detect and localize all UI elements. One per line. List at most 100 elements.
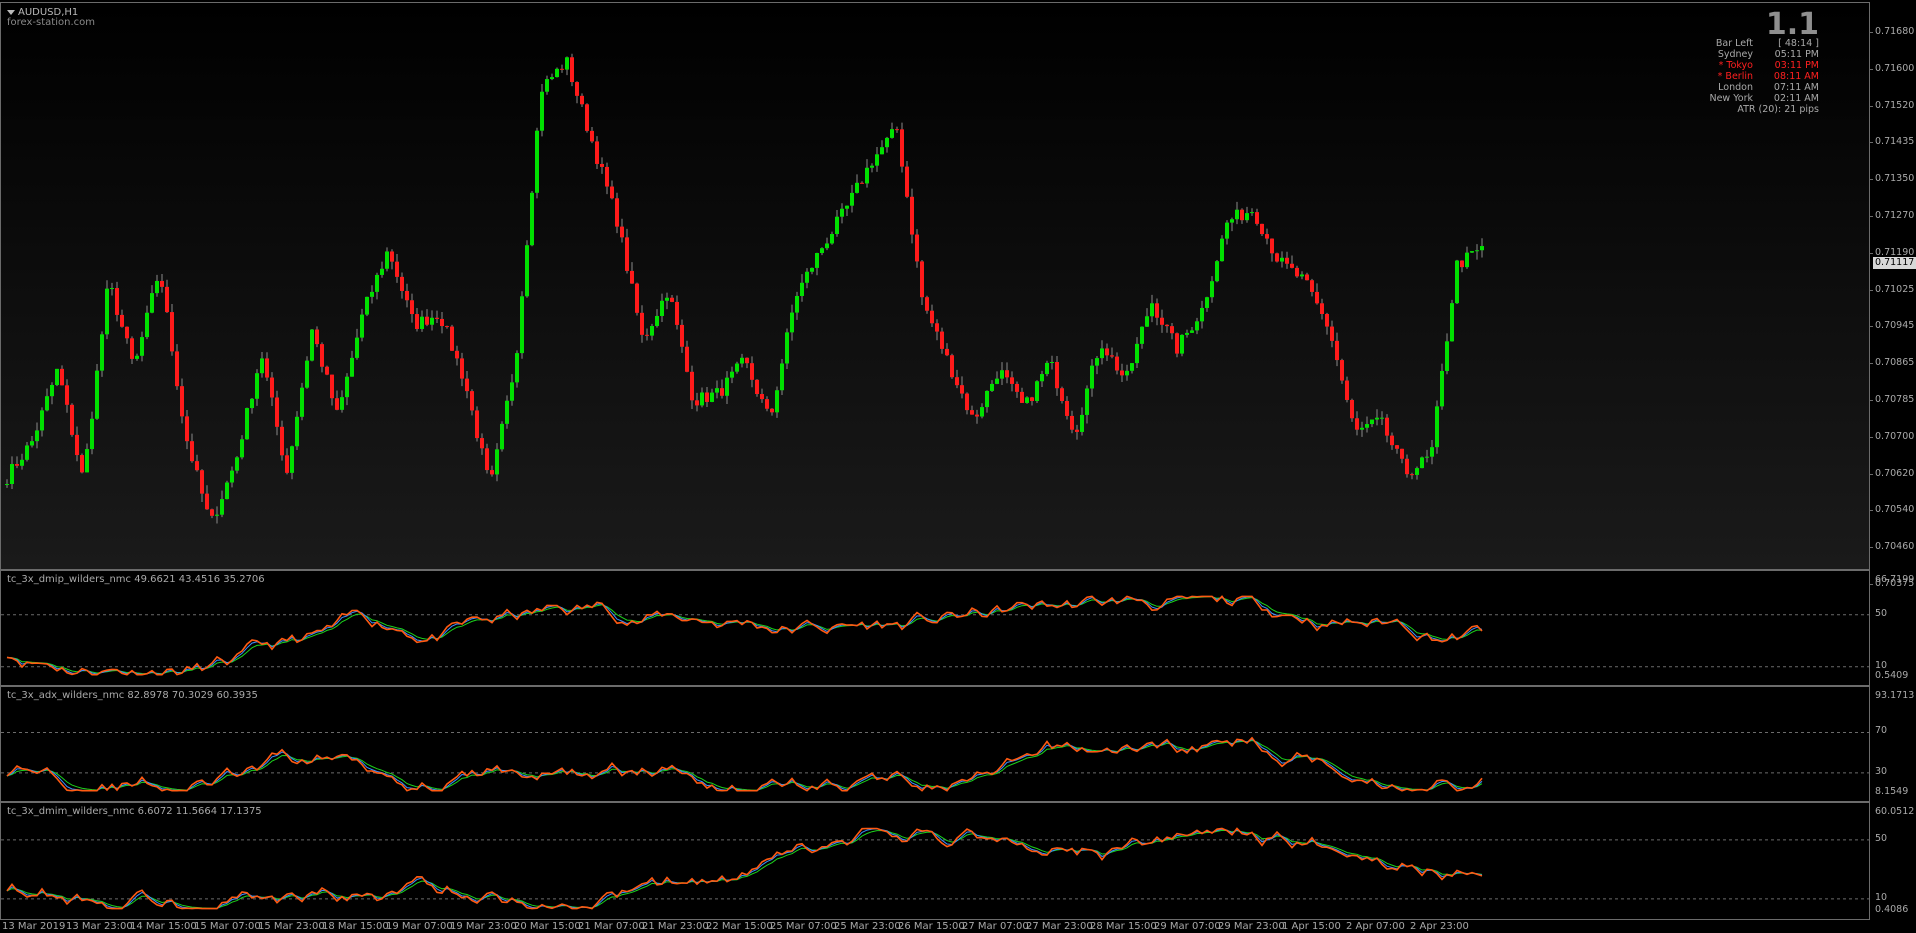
adx-plot[interactable]: [1, 687, 1869, 801]
candle-body: [720, 388, 724, 396]
candle-body: [1305, 274, 1309, 281]
adx-indicator-panel[interactable]: tc_3x_adx_wilders_nmc 82.8978 70.3029 60…: [0, 686, 1870, 802]
candle-body: [20, 459, 24, 466]
session-time: 07:11 AM: [1773, 82, 1819, 93]
candle-body: [115, 288, 119, 315]
dmim-indicator-panel[interactable]: tc_3x_dmim_wilders_nmc 6.6072 11.5664 17…: [0, 802, 1870, 920]
candle-body: [1315, 291, 1319, 304]
candle-body: [110, 288, 114, 290]
session-row: Bar Left [ 48:14 ]: [1709, 38, 1819, 49]
axis-tick: [1870, 142, 1873, 144]
candle-body: [245, 408, 249, 440]
adx-axis: 93.1713 70 30 8.1549: [1873, 686, 1916, 802]
candle-body: [835, 216, 839, 235]
candle-body: [570, 57, 574, 83]
session-time: 02:11 AM: [1773, 93, 1819, 104]
candle-body: [615, 198, 619, 227]
candle-body: [410, 300, 414, 315]
candle-body: [1230, 219, 1234, 223]
candle-body: [1235, 209, 1239, 220]
time-axis-label: 13 Mar 23:00: [66, 921, 133, 932]
candle-body: [655, 315, 659, 327]
candle-body: [1120, 370, 1124, 376]
session-row: * Tokyo 03:11 PM: [1709, 60, 1819, 71]
candle-body: [1390, 435, 1394, 446]
candle-body: [430, 317, 434, 325]
candle-body: [425, 316, 429, 325]
current-price-tag: 0.71117: [1873, 257, 1916, 269]
candle-body: [395, 261, 399, 277]
candle-body: [1375, 417, 1379, 420]
candle-body: [1135, 343, 1139, 364]
candle-body: [330, 374, 334, 399]
candle-body: [1105, 348, 1109, 356]
candle-body: [1415, 468, 1419, 475]
candle-body: [775, 390, 779, 413]
candle-body: [685, 346, 689, 372]
candle-body: [205, 493, 209, 510]
candle-body: [580, 95, 584, 105]
candle-body: [1250, 212, 1254, 214]
time-axis-label: 22 Mar 15:00: [706, 921, 773, 932]
candle-body: [140, 337, 144, 356]
price-chart-panel[interactable]: AUDUSD,H1 forex-station.com 1.1 Bar Left…: [0, 2, 1870, 570]
candle-body: [475, 410, 479, 439]
candle-body: [755, 379, 759, 395]
candle-body: [15, 464, 19, 466]
price-axis-label: 0.71435: [1875, 136, 1915, 148]
axis-tick: [1870, 510, 1873, 512]
time-axis[interactable]: 13 Mar 2019 13 Mar 23:00 14 Mar 15:00 15 Ma…: [0, 920, 1916, 933]
time-axis-label: 13 Mar 2019: [2, 921, 66, 932]
candle-body: [1065, 400, 1069, 416]
candle-body: [1220, 238, 1224, 262]
time-axis-label: 25 Mar 23:00: [834, 921, 901, 932]
candle-body: [705, 392, 709, 402]
dmim-plot[interactable]: [1, 803, 1869, 919]
candle-body: [605, 166, 609, 187]
candle-body: [765, 399, 769, 409]
candle-body: [230, 470, 234, 483]
candle-body: [1020, 391, 1024, 403]
session-row: New York 02:11 AM: [1709, 93, 1819, 104]
price-axis-label: 0.70945: [1875, 320, 1915, 332]
session-time: 03:11 PM: [1774, 60, 1819, 71]
candle-body: [185, 416, 189, 442]
dmip-plot[interactable]: [1, 571, 1869, 685]
candle-body: [415, 314, 419, 329]
candle-body: [1475, 250, 1479, 252]
candle-body: [750, 363, 754, 380]
candle-body: [480, 438, 484, 449]
candle-body: [1410, 474, 1414, 476]
candle-body: [305, 360, 309, 388]
session-row: * Berlin 08:11 AM: [1709, 71, 1819, 82]
candle-body: [540, 91, 544, 131]
candle-body: [1110, 355, 1114, 357]
candle-body: [450, 326, 454, 351]
candle-body: [1205, 297, 1209, 308]
candle-body: [640, 312, 644, 335]
candle-body: [365, 296, 369, 315]
session-name: New York: [1709, 93, 1753, 104]
price-axis-label: 0.70865: [1875, 357, 1915, 369]
candle-body: [590, 130, 594, 142]
dmip-indicator-panel[interactable]: tc_3x_dmip_wilders_nmc 49.6621 43.4516 3…: [0, 570, 1870, 686]
candle-body: [200, 470, 204, 494]
candle-body: [1240, 209, 1244, 221]
candlestick-plot[interactable]: [1, 3, 1869, 569]
price-axis-label: 0.71520: [1875, 99, 1915, 111]
axis-tick: [1870, 473, 1873, 475]
candle-body: [935, 323, 939, 332]
candle-body: [350, 357, 354, 377]
candle-body: [565, 57, 569, 70]
time-axis-label: 21 Mar 07:00: [578, 921, 645, 932]
time-axis-label: 2 Apr 07:00: [1346, 921, 1405, 932]
candle-body: [85, 449, 89, 473]
candle-body: [670, 297, 674, 302]
candle-body: [295, 416, 299, 447]
price-axis[interactable]: 0.71680 0.71600 0.71520 0.71435 0.71350 0.712…: [1870, 2, 1916, 589]
indicator-axis-label: 0.5409: [1875, 670, 1909, 681]
price-axis-label: 0.71350: [1875, 173, 1915, 185]
candle-body: [95, 370, 99, 419]
time-axis-label: 14 Mar 15:00: [130, 921, 197, 932]
dropdown-triangle-icon[interactable]: [7, 9, 15, 15]
